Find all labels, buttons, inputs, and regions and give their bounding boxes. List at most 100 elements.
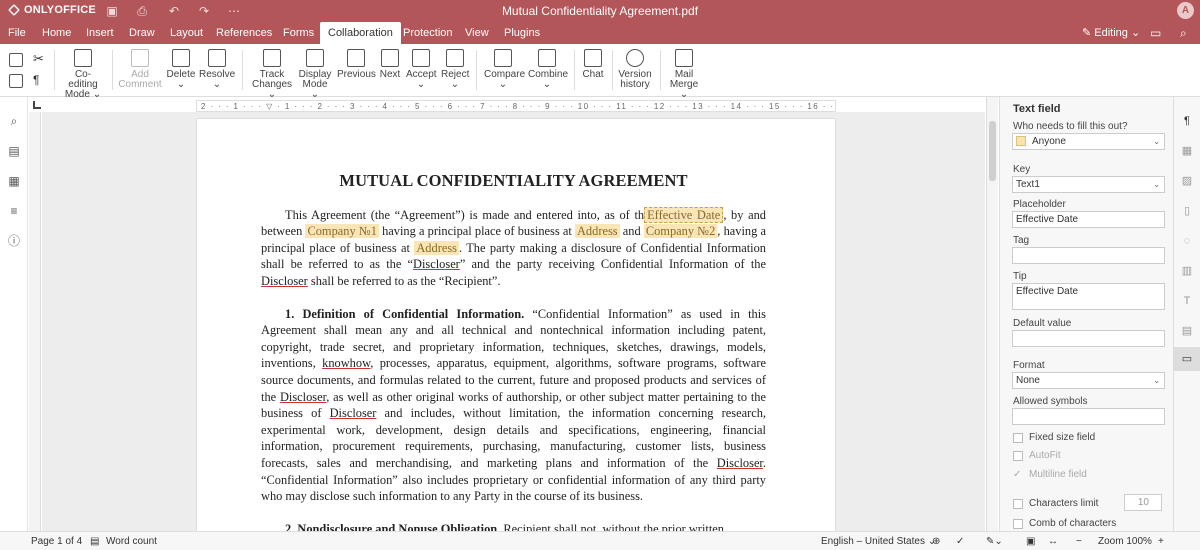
coediting-mode-button[interactable]: Co-editing Mode ⌄ <box>62 49 104 100</box>
chat-icon <box>584 49 602 67</box>
tab-draw[interactable]: Draw <box>127 22 157 44</box>
tab-forms[interactable]: Forms <box>281 22 316 44</box>
delete-button[interactable]: Delete ⌄ <box>166 49 196 90</box>
chat-button[interactable]: Chat <box>580 49 606 80</box>
form-field-company-1[interactable]: Company №1 <box>305 224 379 239</box>
previous-change-button[interactable]: Previous <box>337 49 376 80</box>
info-icon[interactable]: ⓘ <box>7 234 21 248</box>
signature-icon[interactable]: ▤ <box>1180 324 1194 338</box>
placeholder-input[interactable]: Effective Date <box>1012 211 1165 228</box>
format-select[interactable]: None ⌄ <box>1012 372 1165 389</box>
open-location-icon[interactable]: ▭ <box>1150 22 1161 44</box>
spellcheck-icon[interactable]: ✓ <box>956 536 964 547</box>
document-page[interactable]: MUTUAL CONFIDENTIALITY AGREEMENT This Ag… <box>196 118 836 531</box>
track-changes-button[interactable]: Track Changes ⌄ <box>250 49 294 100</box>
characters-limit-checkbox[interactable]: Characters limit <box>1013 498 1098 509</box>
chat-icon[interactable]: ▦ <box>7 174 21 188</box>
paste-icon[interactable] <box>9 74 23 88</box>
tab-insert[interactable]: Insert <box>84 22 116 44</box>
tab-references[interactable]: References <box>214 22 274 44</box>
more-icon[interactable]: ⋯ <box>226 3 242 19</box>
reject-button[interactable]: Reject ⌄ <box>441 49 469 90</box>
header-footer-icon[interactable]: ▯ <box>1180 204 1194 218</box>
tab-home[interactable]: Home <box>40 22 73 44</box>
tab-stop-selector[interactable] <box>33 101 41 109</box>
zoom-in-icon[interactable]: + <box>1158 536 1164 547</box>
cut-icon[interactable]: ✂ <box>33 52 47 67</box>
undo-icon[interactable]: ↶ <box>166 3 182 19</box>
zoom-level[interactable]: Zoom 100% <box>1098 536 1152 547</box>
comments-icon[interactable]: ▤ <box>7 144 21 158</box>
allowed-symbols-input[interactable] <box>1012 408 1165 425</box>
format-painter-icon[interactable]: ¶ <box>33 74 47 88</box>
logo-icon <box>8 4 20 16</box>
check-icon: ✓ <box>1013 468 1022 480</box>
scroll-thumb[interactable] <box>989 121 996 181</box>
table-settings-icon[interactable]: ▦ <box>1180 144 1194 158</box>
left-sidebar: ⌕ ▤ ▦ ≡ ⓘ <box>0 97 28 531</box>
vertical-scrollbar[interactable] <box>986 97 998 531</box>
tab-collaboration[interactable]: Collaboration <box>320 22 401 44</box>
chevron-down-icon: ⌄ <box>1153 376 1160 385</box>
language-select[interactable]: English – United States ⌄ <box>821 536 936 547</box>
document-body[interactable]: MUTUAL CONFIDENTIALITY AGREEMENT This Ag… <box>261 172 766 531</box>
who-select[interactable]: Anyone ⌄ <box>1012 133 1165 150</box>
search-icon[interactable]: ⌕ <box>1180 22 1187 44</box>
menu-tabs: File Home Insert Draw Layout References … <box>0 22 1200 44</box>
fixed-size-checkbox[interactable]: Fixed size field <box>1013 432 1095 443</box>
combine-button[interactable]: Combine ⌄ <box>528 49 568 90</box>
form-field-effective-date[interactable]: Effective Date <box>644 206 724 223</box>
form-settings-icon[interactable]: ▭ <box>1180 352 1194 366</box>
status-bar: Page 1 of 4 ▤ Word count English – Unite… <box>0 531 1200 550</box>
compare-button[interactable]: Compare ⌄ <box>484 49 525 90</box>
add-comment-button[interactable]: Add Comment <box>118 49 162 90</box>
display-mode-button[interactable]: Display Mode ⌄ <box>298 49 332 100</box>
resolve-icon <box>208 49 226 67</box>
autofit-checkbox[interactable]: AutoFit <box>1013 450 1061 461</box>
fit-width-icon[interactable]: ↔ <box>1048 536 1058 547</box>
chart-settings-icon[interactable]: ▥ <box>1180 264 1194 278</box>
text-art-icon[interactable]: T <box>1180 294 1194 308</box>
tag-input[interactable] <box>1012 247 1165 264</box>
tab-view[interactable]: View <box>463 22 491 44</box>
document-canvas[interactable]: MUTUAL CONFIDENTIALITY AGREEMENT This Ag… <box>42 112 985 531</box>
search-icon[interactable]: ⌕ <box>7 114 21 128</box>
pencil-icon: ✎ <box>1082 27 1095 39</box>
multiline-checkbox[interactable]: ✓ Multiline field <box>1013 469 1087 480</box>
form-field-company-2[interactable]: Company №2 <box>643 224 718 239</box>
tab-plugins[interactable]: Plugins <box>502 22 542 44</box>
navigation-icon[interactable]: ≡ <box>7 204 21 218</box>
page-indicator[interactable]: Page 1 of 4 <box>31 536 82 547</box>
user-avatar[interactable]: A <box>1177 2 1194 19</box>
redo-icon[interactable]: ↷ <box>196 3 212 19</box>
tab-protection[interactable]: Protection <box>401 22 455 44</box>
copy-icon[interactable] <box>9 53 23 67</box>
characters-limit-spinner[interactable]: 10 <box>1124 494 1162 511</box>
default-value-input[interactable] <box>1012 330 1165 347</box>
editing-mode-dropdown[interactable]: ✎ Editing ⌄ <box>1082 22 1140 44</box>
tab-file[interactable]: File <box>6 22 28 44</box>
fit-page-icon[interactable]: ▣ <box>1026 536 1035 547</box>
image-settings-icon[interactable]: ▨ <box>1180 174 1194 188</box>
next-change-button[interactable]: Next <box>378 49 402 80</box>
save-icon[interactable]: ▣ <box>104 3 120 19</box>
print-icon[interactable]: ⎙ <box>134 3 150 19</box>
version-history-button[interactable]: Version history <box>618 49 652 90</box>
mail-merge-button[interactable]: Mail Merge ⌄ <box>666 49 702 100</box>
form-field-address-2[interactable]: Address <box>414 240 459 255</box>
tab-layout[interactable]: Layout <box>168 22 205 44</box>
accept-button[interactable]: Accept ⌄ <box>406 49 437 90</box>
comb-of-characters-checkbox[interactable]: Comb of characters <box>1013 518 1116 529</box>
horizontal-ruler[interactable]: 2 · · · 1 · · · ▽ · 1 · · · 2 · · · 3 · … <box>196 100 836 112</box>
zoom-out-icon[interactable]: − <box>1076 536 1082 547</box>
paragraph-settings-icon[interactable]: ¶ <box>1180 114 1194 128</box>
vertical-ruler[interactable] <box>29 112 41 531</box>
resolve-button[interactable]: Resolve ⌄ <box>199 49 235 90</box>
form-field-address-1[interactable]: Address <box>574 224 620 239</box>
word-count-button[interactable]: Word count <box>106 536 157 547</box>
key-select[interactable]: Text1 ⌄ <box>1012 176 1165 193</box>
shape-settings-icon[interactable]: ◌ <box>1180 234 1194 248</box>
globe-icon[interactable]: ⊕ <box>932 536 940 547</box>
tip-input[interactable]: Effective Date <box>1012 283 1165 310</box>
track-changes-status-icon[interactable]: ✎⌄ <box>986 536 1003 547</box>
